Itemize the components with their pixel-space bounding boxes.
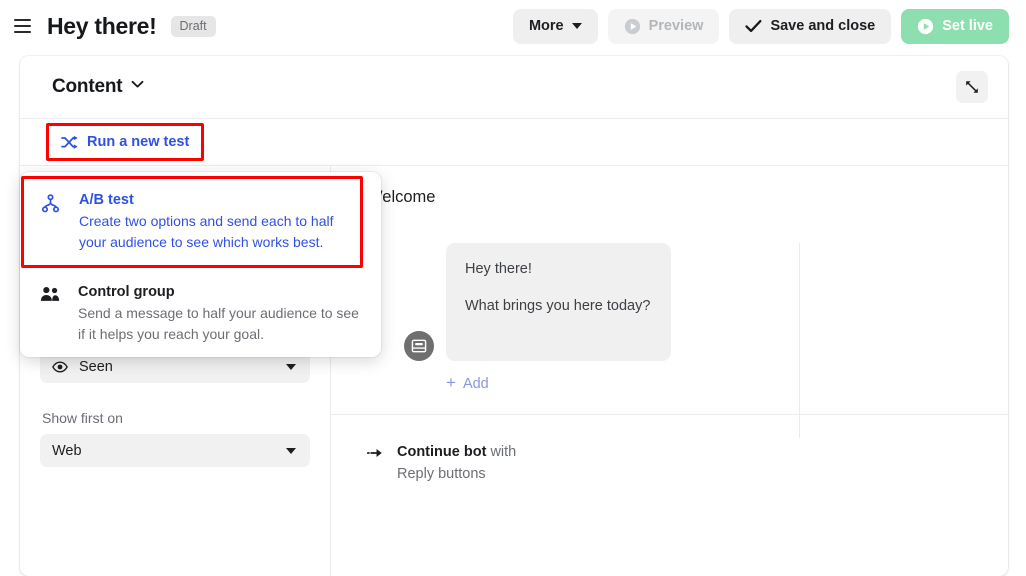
add-block-button[interactable]: + Add	[446, 373, 489, 392]
content-title: Content	[52, 76, 123, 97]
preview-button-label: Preview	[648, 18, 704, 34]
continue-bot-sub: Reply buttons	[397, 465, 486, 482]
plus-icon: +	[446, 373, 456, 392]
chevron-down-icon	[286, 447, 296, 454]
run-test-popup-menu: A/B test Create two options and send eac…	[20, 172, 381, 357]
hamburger-icon[interactable]	[14, 16, 34, 36]
chat-box-icon	[411, 339, 427, 353]
check-icon	[745, 19, 762, 32]
continue-bot-with: with	[490, 444, 517, 460]
avatar	[404, 331, 434, 361]
set-live-button[interactable]: Set live	[901, 8, 1009, 44]
run-a-new-test-label: Run a new test	[87, 134, 190, 150]
more-button[interactable]: More	[512, 8, 598, 44]
message-line: What brings you here today?	[465, 298, 651, 315]
divider	[331, 414, 1008, 415]
chevron-down-icon	[571, 23, 582, 29]
branch-fork-icon	[41, 192, 63, 252]
preview-button[interactable]: Preview	[607, 8, 720, 44]
section-title: Welcome	[367, 188, 436, 206]
vertical-divider	[799, 243, 800, 438]
menu-item-control-group[interactable]: Control group Send a message to half you…	[20, 268, 381, 358]
menu-item-ab-test-title: A/B test	[79, 192, 134, 208]
message-area: Hey there! What brings you here today? +…	[331, 243, 1008, 438]
save-and-close-button[interactable]: Save and close	[729, 8, 892, 44]
play-circle-icon	[918, 18, 934, 34]
menu-item-control-group-description: Send a message to half your audience to …	[78, 305, 359, 342]
card-header: Content	[20, 56, 1008, 118]
show-first-on-label: Show first on	[42, 410, 123, 426]
save-and-close-button-label: Save and close	[770, 18, 876, 34]
more-button-label: More	[528, 18, 564, 34]
chevron-down-icon[interactable]	[131, 76, 144, 94]
run-test-row: Run a new test	[20, 119, 1008, 165]
platform-select-value: Web	[52, 442, 82, 459]
menu-item-ab-test-description: Create two options and send each to half…	[79, 213, 334, 250]
continue-bot-text: Continue bot with Reply buttons	[397, 442, 516, 486]
menu-item-control-group-title: Control group	[78, 284, 175, 300]
seen-select-value: Seen	[79, 358, 113, 375]
top-bar: Hey there! Draft More Preview Save and c…	[0, 0, 1026, 52]
expand-diagonal-icon	[966, 81, 978, 93]
page-title: Hey there!	[47, 12, 157, 39]
continue-bot-row[interactable]: Continue bot with Reply buttons	[367, 442, 516, 486]
expand-button[interactable]	[956, 71, 988, 103]
chevron-down-icon	[286, 363, 296, 370]
top-bar-actions: More Preview Save and close Set live	[512, 8, 1009, 44]
people-group-icon	[40, 284, 62, 344]
status-badge: Draft	[170, 15, 216, 37]
platform-select[interactable]: Web	[40, 434, 310, 467]
message-bubble: Hey there! What brings you here today?	[446, 243, 671, 361]
set-live-button-label: Set live	[942, 18, 993, 34]
ab-shuffle-icon	[61, 135, 78, 149]
arrow-forward-icon	[367, 449, 382, 457]
menu-item-ab-test[interactable]: A/B test Create two options and send eac…	[21, 176, 363, 269]
run-a-new-test-button[interactable]: Run a new test	[46, 123, 205, 161]
add-block-label: Add	[462, 375, 489, 392]
preview-pane: Welcome Hey there! What brings you here …	[331, 166, 1008, 576]
play-circle-icon	[624, 18, 640, 34]
eye-icon	[52, 361, 68, 372]
message-line: Hey there!	[465, 261, 532, 277]
continue-bot-strong: Continue bot	[397, 444, 487, 460]
